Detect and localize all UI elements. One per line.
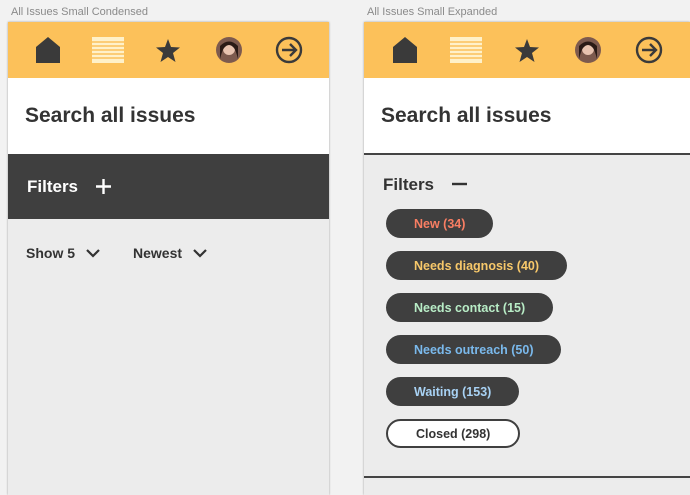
list-button[interactable] bbox=[90, 32, 126, 68]
logout-button[interactable] bbox=[271, 32, 307, 68]
star-button[interactable] bbox=[150, 32, 186, 68]
caption-condensed: All Issues Small Condensed bbox=[11, 6, 148, 18]
filters-bar[interactable]: Filters bbox=[364, 155, 690, 195]
avatar-button[interactable] bbox=[570, 32, 606, 68]
avatar bbox=[575, 37, 602, 63]
filter-chip-needs-outreach[interactable]: Needs outreach (50) bbox=[386, 335, 562, 364]
navbar bbox=[8, 22, 329, 78]
search-title[interactable]: Search all issues bbox=[381, 104, 551, 128]
arrow-right-circle-icon bbox=[275, 36, 303, 64]
expand-filters-button[interactable] bbox=[96, 179, 112, 194]
arrow-right-circle-icon bbox=[636, 36, 663, 64]
filter-chip-waiting[interactable]: Waiting (153) bbox=[386, 377, 520, 406]
sort-order-label: Newest bbox=[133, 245, 183, 261]
home-button[interactable] bbox=[387, 32, 423, 68]
logout-button[interactable] bbox=[631, 32, 667, 68]
filters-label: Filters bbox=[383, 175, 435, 194]
avatar bbox=[215, 37, 242, 63]
filter-chip-closed[interactable]: Closed (298) bbox=[386, 419, 521, 448]
search-title[interactable]: Search all issues bbox=[25, 104, 195, 128]
avatar-button[interactable] bbox=[211, 32, 247, 68]
minus-icon bbox=[452, 182, 468, 186]
collapse-filters-button[interactable] bbox=[452, 173, 468, 195]
star-icon bbox=[156, 38, 181, 62]
filter-chips: New (34) Needs diagnosis (40) Needs cont… bbox=[364, 209, 690, 461]
list-button[interactable] bbox=[448, 32, 484, 68]
plus-icon bbox=[96, 179, 112, 194]
search-area[interactable]: Search all issues bbox=[8, 78, 329, 154]
filters-bar[interactable]: Filters bbox=[8, 154, 329, 219]
home-icon bbox=[392, 37, 417, 63]
divider bbox=[364, 476, 690, 478]
filter-chip-new[interactable]: New (34) bbox=[386, 209, 494, 238]
home-icon bbox=[36, 37, 61, 63]
navbar bbox=[364, 22, 690, 78]
sort-order-select[interactable]: Newest bbox=[133, 245, 207, 261]
filter-chip-needs-diagnosis[interactable]: Needs diagnosis (40) bbox=[386, 251, 568, 280]
show-count-select[interactable]: Show 5 bbox=[26, 245, 100, 261]
sort-row: Show 5 Newest bbox=[8, 245, 329, 261]
search-area[interactable]: Search all issues bbox=[364, 78, 690, 155]
list-icon bbox=[92, 37, 125, 63]
filters-label: Filters bbox=[27, 176, 79, 196]
panel-condensed: Search all issues Filters Show 5 Newest bbox=[8, 22, 329, 495]
chevron-down-icon bbox=[193, 248, 207, 258]
chevron-down-icon bbox=[86, 248, 100, 258]
star-icon bbox=[514, 38, 539, 62]
star-button[interactable] bbox=[509, 32, 545, 68]
list-icon bbox=[449, 37, 482, 63]
panel-expanded: Search all issues Filters New (34) Needs… bbox=[364, 22, 690, 495]
show-count-label: Show 5 bbox=[26, 245, 76, 261]
filter-chip-needs-contact[interactable]: Needs contact (15) bbox=[386, 293, 554, 322]
home-button[interactable] bbox=[30, 32, 66, 68]
caption-expanded: All Issues Small Expanded bbox=[367, 6, 498, 18]
